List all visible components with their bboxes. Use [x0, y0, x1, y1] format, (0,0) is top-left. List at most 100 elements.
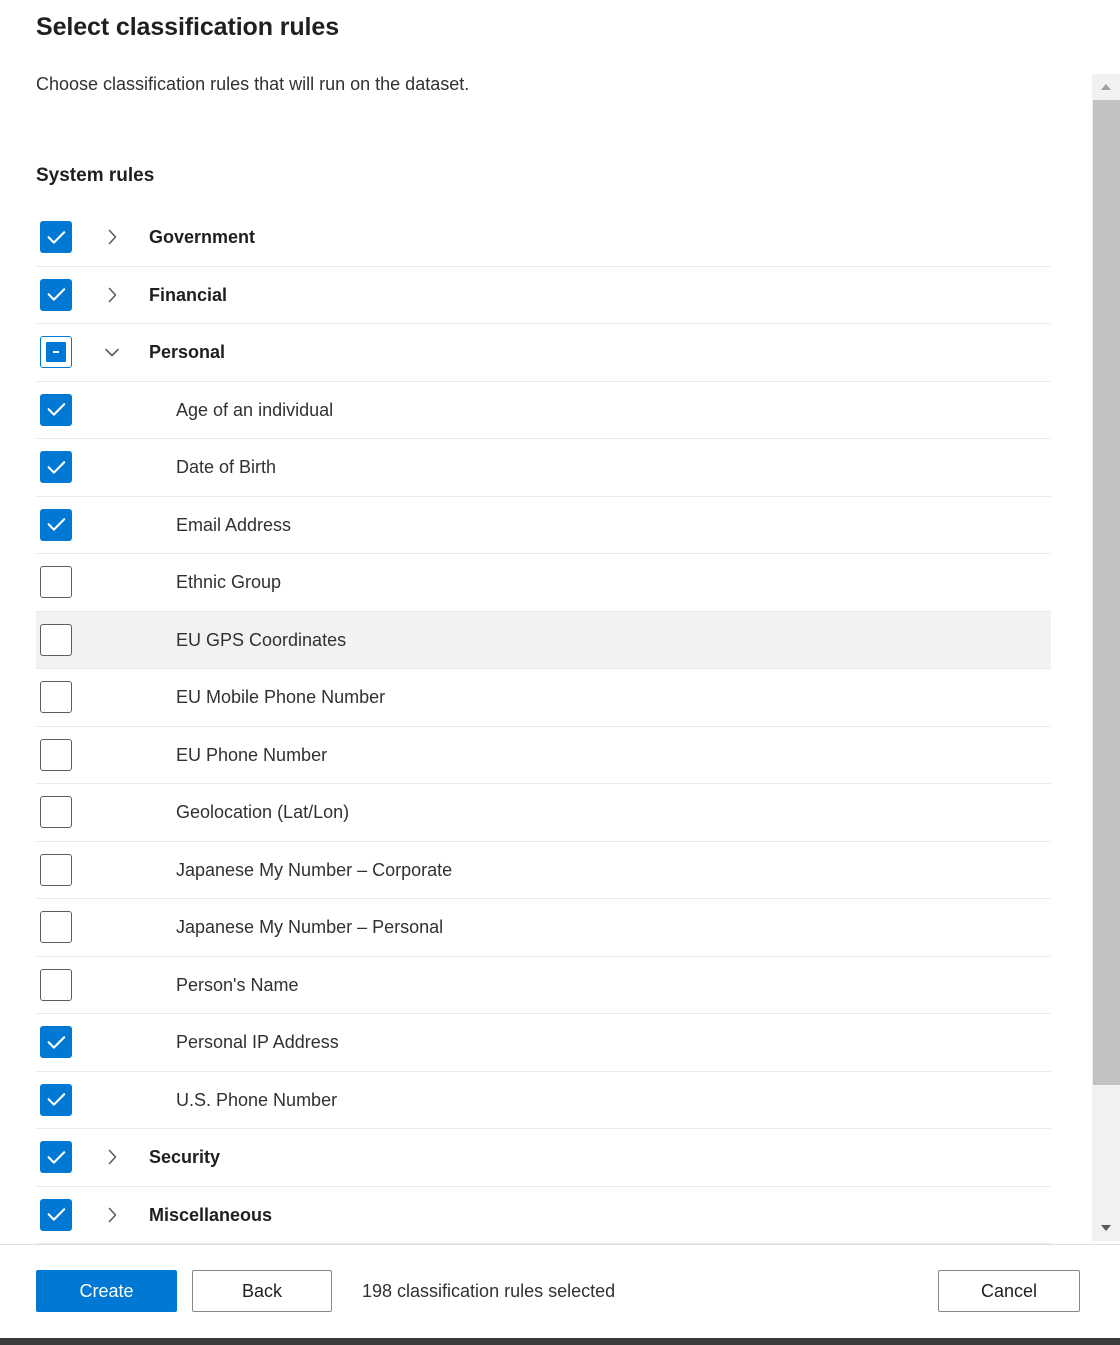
- rule-checkbox-cell[interactable]: [36, 1198, 94, 1231]
- rule-row[interactable]: Security: [36, 1129, 1051, 1187]
- rule-checkbox-cell[interactable]: [36, 853, 94, 886]
- rule-label: Financial: [149, 284, 228, 305]
- rule-checkbox-cell[interactable]: [36, 911, 94, 944]
- rule-checkbox-cell[interactable]: [36, 278, 94, 311]
- rule-row[interactable]: U.S. Phone Number: [36, 1071, 1051, 1129]
- rule-checkbox-checked[interactable]: [40, 393, 72, 426]
- rule-label: Geolocation (Lat/Lon): [176, 802, 350, 823]
- rule-label: Ethnic Group: [176, 572, 282, 593]
- rule-label-cell: Age of an individual: [149, 398, 1051, 422]
- rule-expand-cell[interactable]: [94, 227, 149, 247]
- rule-checkbox-cell[interactable]: [36, 336, 94, 369]
- rule-checkbox-unchecked[interactable]: [40, 681, 72, 714]
- panel-header: Select classification rules Choose class…: [36, 10, 1056, 97]
- rule-checkbox-cell[interactable]: [36, 508, 94, 541]
- selected-rules-count: 198 classification rules selected: [362, 1281, 616, 1301]
- back-button[interactable]: Back: [192, 1270, 332, 1312]
- rule-checkbox-cell[interactable]: [36, 796, 94, 829]
- vertical-scrollbar[interactable]: [1092, 74, 1120, 1241]
- rule-row[interactable]: Japanese My Number – Corporate: [36, 841, 1051, 899]
- rule-label: U.S. Phone Number: [176, 1089, 338, 1110]
- rule-row[interactable]: Email Address: [36, 496, 1051, 554]
- rule-row[interactable]: Miscellaneous: [36, 1186, 1051, 1244]
- rule-row[interactable]: EU Mobile Phone Number: [36, 669, 1051, 727]
- rule-checkbox-cell[interactable]: [36, 968, 94, 1001]
- rule-label-cell: Ethnic Group: [149, 570, 1051, 594]
- chevron-right-icon[interactable]: [102, 227, 122, 247]
- panel-footer: Create Back 198 classification rules sel…: [0, 1245, 1120, 1338]
- rule-label-cell: EU GPS Coordinates: [149, 628, 1051, 652]
- rule-label-cell: Email Address: [149, 513, 1051, 537]
- rule-row[interactable]: Government: [36, 209, 1051, 267]
- rule-row[interactable]: Geolocation (Lat/Lon): [36, 784, 1051, 842]
- rule-row[interactable]: Person's Name: [36, 956, 1051, 1014]
- rule-expand-cell[interactable]: [94, 342, 149, 362]
- chevron-down-icon[interactable]: [102, 342, 122, 362]
- rule-checkbox-cell[interactable]: [36, 451, 94, 484]
- rule-label-cell: EU Phone Number: [149, 743, 1051, 767]
- rule-checkbox-unchecked[interactable]: [40, 623, 72, 656]
- chevron-right-icon[interactable]: [102, 285, 122, 305]
- rule-checkbox-unchecked[interactable]: [40, 796, 72, 829]
- rule-label: Email Address: [176, 514, 292, 535]
- rule-row[interactable]: Japanese My Number – Personal: [36, 899, 1051, 957]
- rule-label: Date of Birth: [176, 457, 277, 478]
- rule-label: Personal IP Address: [176, 1032, 339, 1053]
- rule-checkbox-cell[interactable]: [36, 738, 94, 771]
- select-classification-rules-panel: Select classification rules Choose class…: [0, 0, 1120, 1345]
- rule-checkbox-cell[interactable]: [36, 393, 94, 426]
- rule-checkbox-checked[interactable]: [40, 1083, 72, 1116]
- rule-label: Personal: [149, 342, 226, 363]
- rule-expand-cell[interactable]: [94, 1205, 149, 1225]
- rule-row[interactable]: Date of Birth: [36, 439, 1051, 497]
- rule-checkbox-checked[interactable]: [40, 221, 72, 254]
- section-title-system-rules: System rules: [36, 165, 155, 186]
- page-subtitle: Choose classification rules that will ru…: [36, 74, 470, 94]
- rule-label: Security: [149, 1147, 221, 1168]
- rule-label: Age of an individual: [176, 399, 334, 420]
- rule-label: Miscellaneous: [149, 1204, 273, 1225]
- rule-checkbox-unchecked[interactable]: [40, 968, 72, 1001]
- rule-checkbox-checked[interactable]: [40, 1198, 72, 1231]
- rule-checkbox-cell[interactable]: [36, 623, 94, 656]
- rule-row[interactable]: Financial: [36, 266, 1051, 324]
- rule-checkbox-cell[interactable]: [36, 1083, 94, 1116]
- rule-checkbox-unchecked[interactable]: [40, 911, 72, 944]
- scrollbar-thumb[interactable]: [1093, 100, 1120, 1085]
- create-button[interactable]: Create: [36, 1270, 177, 1312]
- rule-row[interactable]: EU Phone Number: [36, 726, 1051, 784]
- rule-checkbox-checked[interactable]: [40, 508, 72, 541]
- chevron-right-icon[interactable]: [102, 1205, 122, 1225]
- rule-label: Japanese My Number – Personal: [176, 917, 444, 938]
- rule-checkbox-cell[interactable]: [36, 681, 94, 714]
- rule-checkbox-unchecked[interactable]: [40, 853, 72, 886]
- scroll-up-arrow-icon[interactable]: [1092, 74, 1120, 100]
- rule-checkbox-unchecked[interactable]: [40, 566, 72, 599]
- rule-label-cell: Security: [149, 1145, 1051, 1169]
- rule-checkbox-checked[interactable]: [40, 451, 72, 484]
- rule-row[interactable]: Personal: [36, 324, 1051, 382]
- rule-row[interactable]: EU GPS Coordinates: [36, 611, 1051, 669]
- rule-checkbox-cell[interactable]: [36, 221, 94, 254]
- window-bottom-bar: [0, 1338, 1120, 1345]
- rule-checkbox-unchecked[interactable]: [40, 738, 72, 771]
- rule-row[interactable]: Age of an individual: [36, 381, 1051, 439]
- rule-label-cell: U.S. Phone Number: [149, 1088, 1051, 1112]
- rule-row[interactable]: Personal IP Address: [36, 1014, 1051, 1072]
- rule-label-cell: Financial: [149, 283, 1051, 307]
- rule-checkbox-indeterminate[interactable]: [40, 336, 72, 369]
- rule-checkbox-checked[interactable]: [40, 1026, 72, 1059]
- cancel-button[interactable]: Cancel: [938, 1270, 1080, 1312]
- rule-checkbox-cell[interactable]: [36, 1141, 94, 1174]
- rule-row[interactable]: Ethnic Group: [36, 554, 1051, 612]
- rule-checkbox-checked[interactable]: [40, 1141, 72, 1174]
- rule-label: Person's Name: [176, 974, 299, 995]
- chevron-right-icon[interactable]: [102, 1147, 122, 1167]
- rule-checkbox-checked[interactable]: [40, 278, 72, 311]
- rule-checkbox-cell[interactable]: [36, 566, 94, 599]
- rule-expand-cell[interactable]: [94, 1147, 149, 1167]
- scroll-down-arrow-icon[interactable]: [1092, 1215, 1120, 1241]
- rule-expand-cell[interactable]: [94, 285, 149, 305]
- rule-checkbox-cell[interactable]: [36, 1026, 94, 1059]
- rule-label-cell: Personal IP Address: [149, 1030, 1051, 1054]
